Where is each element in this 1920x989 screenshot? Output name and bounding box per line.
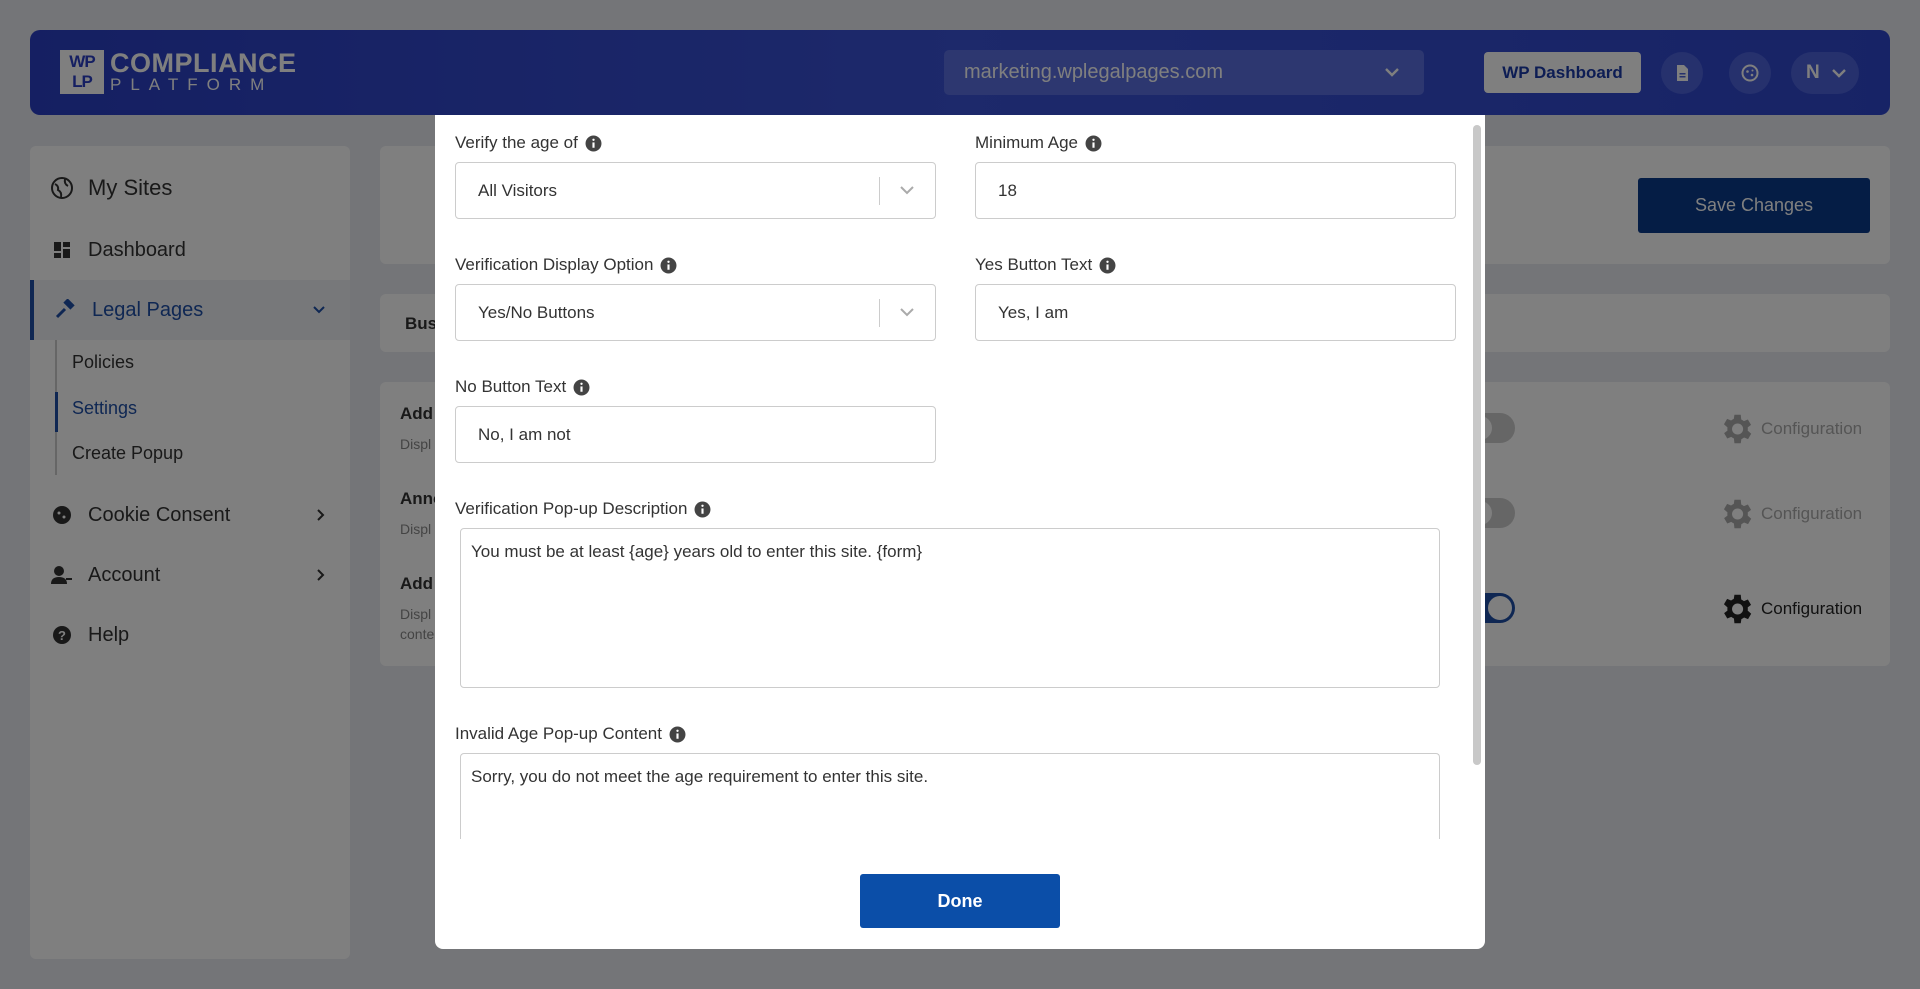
display-option-label: Verification Display Option — [455, 255, 677, 275]
done-button[interactable]: Done — [860, 874, 1060, 928]
verify-age-select[interactable]: All Visitors — [455, 162, 936, 219]
invalid-age-label: Invalid Age Pop-up Content — [455, 724, 686, 744]
info-icon[interactable] — [660, 257, 677, 274]
no-button-text-input[interactable]: No, I am not — [455, 406, 936, 463]
chevron-down-icon — [900, 308, 914, 317]
info-icon[interactable] — [694, 501, 711, 518]
info-icon[interactable] — [1099, 257, 1116, 274]
description-label: Verification Pop-up Description — [455, 499, 711, 519]
min-age-input[interactable]: 18 — [975, 162, 1456, 219]
verify-age-select-value: All Visitors — [478, 181, 558, 200]
min-age-label: Minimum Age — [975, 133, 1102, 153]
invalid-age-textarea[interactable]: Sorry, you do not meet the age requireme… — [460, 753, 1440, 839]
yes-button-text-label: Yes Button Text — [975, 255, 1116, 275]
modal-scrollbar[interactable] — [1473, 125, 1481, 765]
info-icon[interactable] — [585, 135, 602, 152]
no-button-text-label: No Button Text — [455, 377, 590, 397]
info-icon[interactable] — [1085, 135, 1102, 152]
verify-age-label: Verify the age of — [455, 133, 602, 153]
info-icon[interactable] — [573, 379, 590, 396]
yes-button-text-input[interactable]: Yes, I am — [975, 284, 1456, 341]
age-verification-modal: Verify the age of All Visitors Minimum A… — [435, 115, 1485, 949]
chevron-down-icon — [900, 186, 914, 195]
display-option-select[interactable]: Yes/No Buttons — [455, 284, 936, 341]
description-textarea[interactable]: You must be at least {age} years old to … — [460, 528, 1440, 688]
display-option-select-value: Yes/No Buttons — [478, 303, 595, 322]
info-icon[interactable] — [669, 726, 686, 743]
